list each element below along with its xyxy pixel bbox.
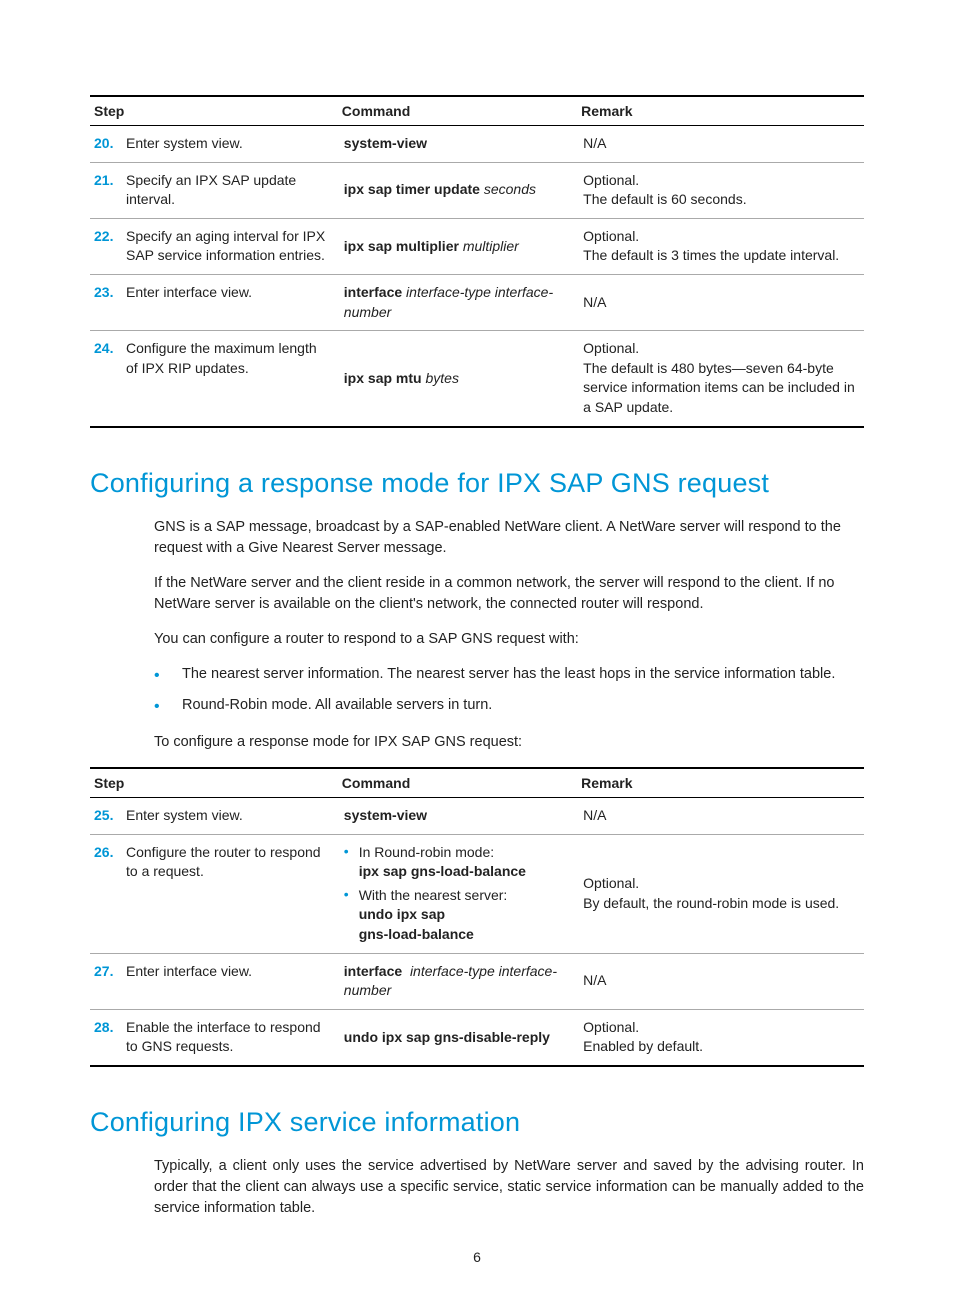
- remark-text: N/A: [577, 126, 864, 163]
- cmd-text: gns-load-balance: [359, 926, 474, 942]
- step-num: 23.: [94, 283, 126, 303]
- step-text: Specify an aging interval for IPX SAP se…: [126, 227, 332, 266]
- cmd-text: undo ipx sap gns-disable-reply: [344, 1029, 550, 1045]
- table-row: 23. Enter interface view. interface inte…: [90, 274, 864, 330]
- bullet-icon: •: [344, 886, 349, 945]
- bullet-icon: •: [344, 843, 349, 882]
- list-text: The nearest server information. The near…: [182, 664, 835, 687]
- cmd-text: undo ipx sap: [359, 906, 445, 922]
- list-item: • With the nearest server: undo ipx sap …: [344, 886, 571, 945]
- cmd-arg: seconds: [484, 181, 536, 197]
- list-item: •The nearest server information. The nea…: [154, 664, 864, 687]
- table-row: 24. Configure the maximum length of IPX …: [90, 331, 864, 427]
- cmd-option-list: • In Round-robin mode: ipx sap gns-load-…: [344, 843, 571, 945]
- section-heading: Configuring IPX service information: [90, 1107, 864, 1138]
- remark-text: Optional.: [583, 227, 858, 247]
- cmd-text: interface: [344, 963, 402, 979]
- remark-text: Optional.: [583, 1018, 858, 1038]
- bullet-icon: •: [154, 664, 182, 687]
- step-num: 26.: [94, 843, 126, 882]
- cmd-intro: In Round-robin mode:: [359, 844, 494, 860]
- bullet-icon: •: [154, 695, 182, 718]
- table-row: 27. Enter interface view. interface inte…: [90, 953, 864, 1009]
- config-table-1: Step Command Remark 20. Enter system vie…: [90, 95, 864, 428]
- section-heading: Configuring a response mode for IPX SAP …: [90, 468, 864, 499]
- step-text: Configure the maximum length of IPX RIP …: [126, 339, 332, 378]
- step-text: Configure the router to respond to a req…: [126, 843, 332, 882]
- th-remark: Remark: [577, 768, 864, 798]
- cmd-arg: bytes: [425, 370, 458, 386]
- list-item: • In Round-robin mode: ipx sap gns-load-…: [344, 843, 571, 882]
- cmd-text: ipx sap multiplier: [344, 238, 459, 254]
- th-command: Command: [338, 768, 577, 798]
- cmd-text: ipx sap mtu: [344, 370, 422, 386]
- paragraph: Typically, a client only uses the servic…: [90, 1156, 864, 1219]
- cmd-text: ipx sap timer update: [344, 181, 480, 197]
- remark-text: Enabled by default.: [583, 1037, 858, 1057]
- cmd-text: system-view: [344, 135, 427, 151]
- paragraph: You can configure a router to respond to…: [90, 629, 864, 650]
- remark-text: Optional.: [583, 339, 858, 359]
- th-step: Step: [90, 96, 338, 126]
- step-num: 27.: [94, 962, 126, 982]
- remark-text: Optional.: [583, 171, 858, 191]
- remark-text: N/A: [577, 274, 864, 330]
- table-row: 22. Specify an aging interval for IPX SA…: [90, 218, 864, 274]
- page-number: 6: [90, 1249, 864, 1265]
- paragraph: GNS is a SAP message, broadcast by a SAP…: [90, 517, 864, 559]
- table-row: 26. Configure the router to respond to a…: [90, 834, 864, 953]
- remark-text: N/A: [577, 798, 864, 835]
- remark-text: By default, the round-robin mode is used…: [583, 894, 858, 914]
- table-row: 21. Specify an IPX SAP update interval. …: [90, 162, 864, 218]
- step-text: Specify an IPX SAP update interval.: [126, 171, 332, 210]
- step-num: 24.: [94, 339, 126, 378]
- cmd-text: ipx sap gns-load-balance: [359, 863, 526, 879]
- config-table-2: Step Command Remark 25. Enter system vie…: [90, 767, 864, 1067]
- step-num: 22.: [94, 227, 126, 266]
- remark-text: Optional.: [583, 874, 858, 894]
- paragraph: To configure a response mode for IPX SAP…: [90, 732, 864, 753]
- th-step: Step: [90, 768, 338, 798]
- remark-text: The default is 60 seconds.: [583, 190, 858, 210]
- cmd-arg: multiplier: [463, 238, 519, 254]
- step-num: 25.: [94, 806, 126, 826]
- paragraph: If the NetWare server and the client res…: [90, 573, 864, 615]
- cmd-intro: With the nearest server:: [359, 887, 508, 903]
- table-row: 25. Enter system view. system-view N/A: [90, 798, 864, 835]
- step-text: Enter system view.: [126, 134, 332, 154]
- remark-text: N/A: [577, 953, 864, 1009]
- cmd-text: system-view: [344, 807, 427, 823]
- cmd-text: interface: [344, 284, 402, 300]
- list-text: Round-Robin mode. All available servers …: [182, 695, 492, 718]
- step-num: 21.: [94, 171, 126, 210]
- remark-text: The default is 480 bytes—seven 64-byte s…: [583, 359, 858, 418]
- remark-text: The default is 3 times the update interv…: [583, 246, 858, 266]
- step-text: Enter system view.: [126, 806, 332, 826]
- step-text: Enable the interface to respond to GNS r…: [126, 1018, 332, 1057]
- step-text: Enter interface view.: [126, 962, 332, 982]
- table-row: 20. Enter system view. system-view N/A: [90, 126, 864, 163]
- table-row: 28. Enable the interface to respond to G…: [90, 1009, 864, 1066]
- list-item: •Round-Robin mode. All available servers…: [154, 695, 864, 718]
- th-remark: Remark: [577, 96, 864, 126]
- step-num: 28.: [94, 1018, 126, 1057]
- th-command: Command: [338, 96, 577, 126]
- page: Step Command Remark 20. Enter system vie…: [0, 0, 954, 1305]
- step-num: 20.: [94, 134, 126, 154]
- step-text: Enter interface view.: [126, 283, 332, 303]
- bullet-list: •The nearest server information. The nea…: [90, 664, 864, 718]
